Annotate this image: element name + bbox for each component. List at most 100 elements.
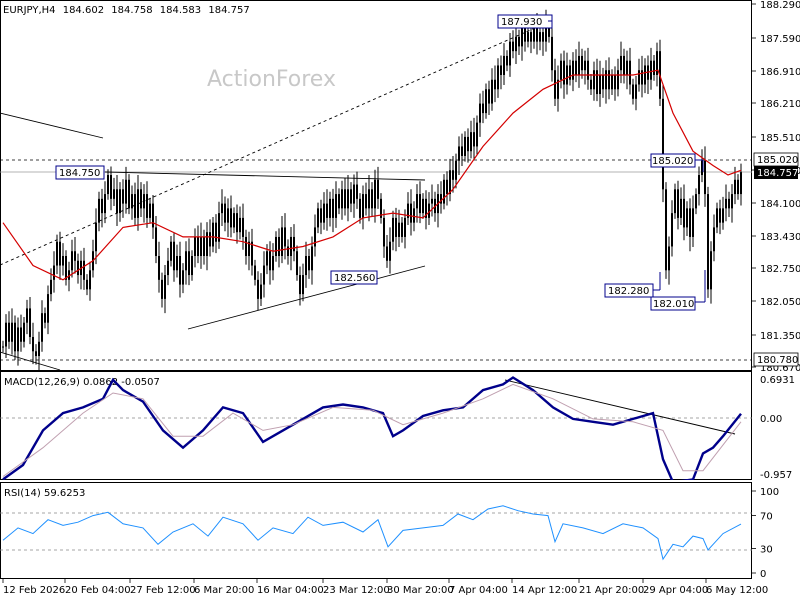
price-tick-label: 182.050 xyxy=(760,297,800,308)
candle-body xyxy=(374,179,376,209)
candle-body xyxy=(167,260,169,276)
candle-body xyxy=(422,198,424,214)
candle-body xyxy=(260,284,262,299)
candle-body xyxy=(146,194,148,218)
time-tick-label: 27 Feb 12:00 xyxy=(130,585,196,596)
candle-body xyxy=(98,198,100,223)
macd-axis: 0.6931 0.00 -0.957 xyxy=(760,375,795,481)
candle-body xyxy=(5,322,7,347)
candle-body xyxy=(464,136,466,156)
candle-body xyxy=(404,217,406,237)
candle-body xyxy=(356,184,358,199)
price-tick-label: 181.350 xyxy=(760,331,800,342)
time-tick-label: 16 Mar 04:00 xyxy=(257,585,324,596)
candle-body xyxy=(371,189,373,209)
candle-body xyxy=(83,260,85,280)
candle-body xyxy=(665,189,667,271)
chart-header: EURJPY,H4 184.602 184.758 184.583 184.75… xyxy=(3,5,250,16)
candle-body xyxy=(590,79,592,90)
price-tick-label: 185.510 xyxy=(760,133,800,144)
price-tick-label: 186.210 xyxy=(760,99,800,110)
candle-body xyxy=(362,194,364,218)
header-open: 184.602 xyxy=(63,5,104,16)
candle-body xyxy=(476,122,478,147)
time-tick-label: 23 Mar 12:00 xyxy=(323,585,390,596)
candle-body xyxy=(149,203,151,218)
rsi-tick-label: 0 xyxy=(760,569,766,580)
candle-body xyxy=(644,65,646,85)
candle-body xyxy=(524,27,526,42)
candle-body xyxy=(221,203,223,214)
candle-body xyxy=(602,74,604,90)
candle-body xyxy=(56,241,58,266)
candle-body xyxy=(410,203,412,223)
price-tick-label: 187.590 xyxy=(760,34,800,45)
candle-body xyxy=(683,198,685,228)
time-tick-label: 6 May 12:00 xyxy=(706,585,768,596)
candle-body xyxy=(254,265,256,280)
candle-body xyxy=(242,217,244,237)
candle-body xyxy=(521,27,523,47)
candle-body xyxy=(341,189,343,209)
candle-body xyxy=(725,198,727,209)
candle-body xyxy=(263,265,265,285)
candle-body xyxy=(329,198,331,218)
candle-body xyxy=(350,189,352,204)
candle-body xyxy=(227,208,229,223)
candle-body xyxy=(611,74,613,90)
candle-body xyxy=(635,84,637,99)
candle-body xyxy=(203,236,205,257)
candle-body xyxy=(59,241,61,266)
candle-body xyxy=(323,203,325,223)
candle-body xyxy=(317,208,319,228)
svg-text:182.280: 182.280 xyxy=(608,286,649,297)
candle-body xyxy=(605,70,607,90)
candle-body xyxy=(11,322,13,342)
candle-body xyxy=(173,241,175,271)
svg-text:187.930: 187.930 xyxy=(501,17,542,28)
candle-body xyxy=(140,189,142,209)
rsi-panel xyxy=(0,482,752,579)
price-axis: 188.290187.590186.910186.210185.510184.8… xyxy=(752,0,800,374)
time-tick-label: 20 Feb 04:00 xyxy=(65,585,131,596)
candle-body xyxy=(14,322,16,352)
candle-body xyxy=(677,189,679,218)
candle-body xyxy=(626,60,628,75)
time-tick-label: 30 Mar 20:00 xyxy=(387,585,454,596)
candle-body xyxy=(509,41,511,66)
time-tick-label: 12 Feb 2026 xyxy=(3,585,65,596)
candle-body xyxy=(722,208,724,223)
candle-body xyxy=(386,246,388,261)
candle-body xyxy=(599,74,601,95)
candle-body xyxy=(593,70,595,90)
candle-body xyxy=(122,189,124,204)
candle-body xyxy=(467,136,469,152)
header-close: 184.757 xyxy=(208,5,249,16)
candle-body xyxy=(365,194,367,209)
candle-body xyxy=(392,217,394,242)
candle-body xyxy=(485,89,487,114)
candle-body xyxy=(596,70,598,95)
candle-body xyxy=(518,36,520,47)
svg-text:184.750: 184.750 xyxy=(59,168,100,179)
candle-body xyxy=(695,194,697,209)
header-low: 184.583 xyxy=(160,5,201,16)
candle-body xyxy=(119,189,121,214)
candle-body xyxy=(728,198,730,209)
macd-tick-label: -0.957 xyxy=(760,470,792,481)
candle-body xyxy=(401,222,403,237)
candle-body xyxy=(53,265,55,280)
candle-body xyxy=(353,184,355,204)
candle-body xyxy=(296,251,298,276)
candle-body xyxy=(314,227,316,247)
candle-body xyxy=(731,194,733,209)
time-tick-label: 21 Apr 20:00 xyxy=(579,585,644,596)
candle-body xyxy=(320,208,322,223)
candle-body xyxy=(455,160,457,180)
time-tick-label: 6 Mar 20:00 xyxy=(194,585,254,596)
candle-body xyxy=(716,208,718,228)
candle-body xyxy=(116,189,118,214)
candle-body xyxy=(332,198,334,218)
candle-body xyxy=(662,98,664,190)
header-symbol: EURJPY,H4 xyxy=(3,5,56,16)
